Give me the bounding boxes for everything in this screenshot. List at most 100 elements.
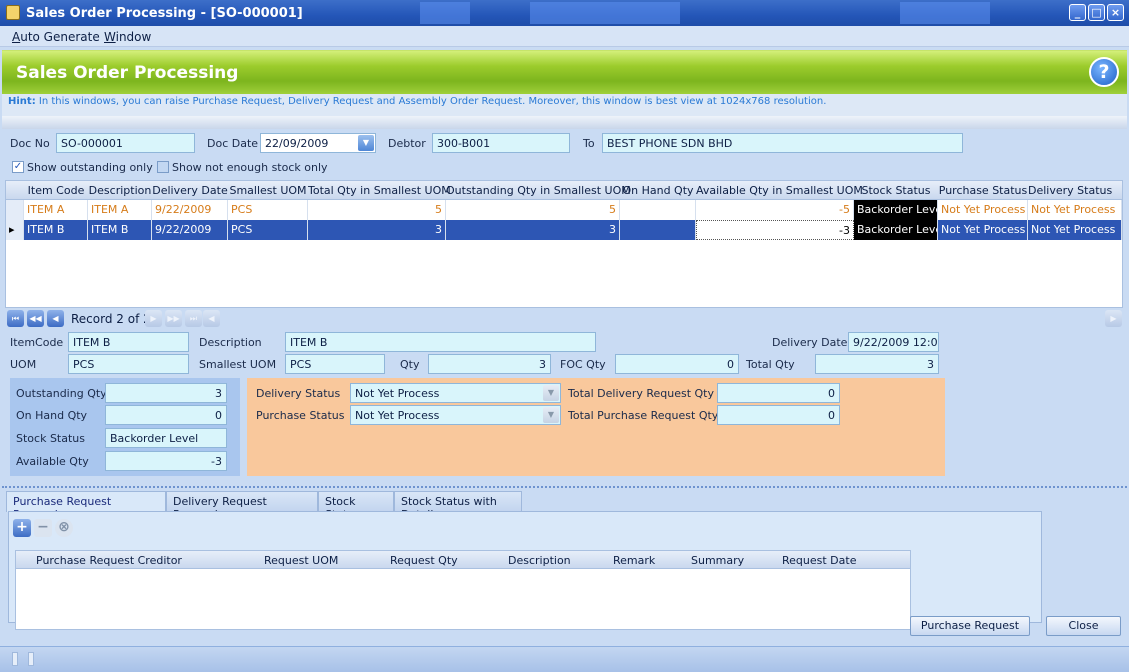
cell-delivery-date[interactable]: 9/22/2009 [152,200,228,220]
col-header[interactable]: Request Qty [390,554,458,567]
help-icon[interactable]: ? [1089,57,1119,87]
chevron-down-icon[interactable]: ▼ [358,135,374,151]
col-header[interactable]: Stock Status [854,184,938,197]
cancel-icon[interactable]: ⊗ [55,519,73,537]
itemcode-field[interactable]: ITEM B [68,332,189,352]
cell-item-code[interactable]: ITEM A [24,200,88,220]
chevron-down-icon[interactable]: ▼ [543,385,559,401]
menu-accel: W [104,30,116,44]
cell-item-code[interactable]: ITEM B [24,220,88,240]
col-header[interactable]: Description [88,184,152,197]
next-page-icon[interactable]: ▶▶ [165,310,182,327]
menu-label: indow [115,30,152,44]
purchase-request-button[interactable]: Purchase Request [910,616,1030,636]
on-hand-field[interactable]: 0 [105,405,227,425]
cell-on-hand[interactable] [620,220,696,240]
cell-delivery-status[interactable]: Not Yet Process [1028,200,1122,220]
cell-purchase-status[interactable]: Not Yet Process [938,200,1028,220]
remove-icon[interactable]: − [34,519,52,537]
doc-no-field[interactable]: SO-000001 [56,133,195,153]
cell-stock-status[interactable]: Backorder Level [854,220,938,240]
tab-stock-status-detail[interactable]: Stock Status with Detail [394,491,522,521]
col-header[interactable]: Purchase Request Creditor [36,554,182,567]
cell-outstanding[interactable]: 5 [446,200,620,220]
col-header[interactable]: Smallest UOM [228,184,308,197]
maximize-icon[interactable]: □ [1088,4,1105,21]
doc-date-field[interactable]: 22/09/2009 ▼ [260,133,376,153]
col-header[interactable]: Available Qty in Smallest UOM [696,184,863,197]
cell-uom[interactable]: PCS [228,220,308,240]
stock-status-field[interactable]: Backorder Level [105,428,227,448]
items-grid[interactable]: Item Code Description Delivery Date Smal… [5,180,1123,308]
delivery-status-select[interactable]: Not Yet Process ▼ [350,383,561,403]
menu-window[interactable]: Window [104,30,151,44]
row-indicator [6,200,24,220]
delivery-date-field[interactable]: 9/22/2009 12:00 [848,332,939,352]
uom-field[interactable]: PCS [68,354,189,374]
add-icon[interactable]: + [13,519,31,537]
cell-purchase-status[interactable]: Not Yet Process [938,220,1028,240]
col-header[interactable]: Purchase Status [938,184,1028,197]
next-record-icon[interactable]: ▶ [145,310,162,327]
scroll-right-icon[interactable]: ▶ [1105,310,1122,327]
purchase-status-select[interactable]: Not Yet Process ▼ [350,405,561,425]
cell-uom[interactable]: PCS [228,200,308,220]
col-header[interactable]: Request UOM [264,554,338,567]
available-field[interactable]: -3 [105,451,227,471]
tab-purchase-request[interactable]: Purchase Request Processing [6,491,166,521]
col-header[interactable]: Total Qty in Smallest UOM [308,184,451,197]
last-record-icon[interactable]: ⏭ [185,310,202,327]
col-header[interactable]: On Hand Qty [620,184,696,197]
close-button[interactable]: Close [1046,616,1121,636]
scroll-left-icon[interactable]: ◀ [203,310,220,327]
row-pointer-icon: ▸ [6,220,24,240]
to-field[interactable]: BEST PHONE SDN BHD [602,133,963,153]
tab-delivery-request[interactable]: Delivery Request Processing [166,491,318,521]
delivery-status-value: Not Yet Process [355,387,440,400]
tab-stock-status[interactable]: Stock Status [318,491,394,521]
cell-available[interactable]: -3 [696,220,854,240]
total-qty-field[interactable]: 3 [815,354,939,374]
table-row[interactable]: ▸ ITEM B ITEM B 9/22/2009 PCS 3 3 -3 Bac… [6,220,1122,240]
col-header[interactable]: Delivery Status [1028,184,1112,197]
prev-page-icon[interactable]: ◀◀ [27,310,44,327]
chevron-down-icon[interactable]: ▼ [543,407,559,423]
status-segment [12,652,18,666]
qty-field[interactable]: 3 [428,354,551,374]
cell-total-qty[interactable]: 5 [308,200,446,220]
show-outstanding-checkbox[interactable]: ✓ [12,161,24,173]
col-header[interactable]: Item Code [24,184,88,197]
cell-description[interactable]: ITEM B [88,220,152,240]
hint-prefix: Hint: [8,96,36,107]
prev-record-icon[interactable]: ◀ [47,310,64,327]
minimize-icon[interactable]: _ [1069,4,1086,21]
show-not-enough-checkbox[interactable] [157,161,169,173]
cell-delivery-status[interactable]: Not Yet Process [1028,220,1122,240]
col-header[interactable]: Request Date [782,554,856,567]
foc-qty-field[interactable]: 0 [615,354,739,374]
cell-delivery-date[interactable]: 9/22/2009 [152,220,228,240]
cell-outstanding[interactable]: 3 [446,220,620,240]
table-row[interactable]: ITEM A ITEM A 9/22/2009 PCS 5 5 -5 Backo… [6,200,1122,220]
description-field[interactable]: ITEM B [285,332,596,352]
debtor-field[interactable]: 300-B001 [432,133,570,153]
cell-on-hand[interactable] [620,200,696,220]
cell-stock-status[interactable]: Backorder Level [854,200,938,220]
cell-available[interactable]: -5 [696,200,854,220]
smallest-uom-field[interactable]: PCS [285,354,385,374]
col-header[interactable]: Summary [691,554,744,567]
col-header[interactable]: Delivery Date [152,184,228,197]
outstanding-field[interactable]: 3 [105,383,227,403]
total-delivery-field[interactable]: 0 [717,383,840,403]
col-header[interactable]: Description [508,554,571,567]
col-header[interactable]: Outstanding Qty in Smallest UOM [446,184,631,197]
cell-description[interactable]: ITEM A [88,200,152,220]
menu-auto-generate[interactable]: Auto Generate [12,30,100,44]
col-header[interactable]: Remark [613,554,655,567]
close-window-icon[interactable]: × [1107,4,1124,21]
cell-total-qty[interactable]: 3 [308,220,446,240]
record-navigator: ⏮ ◀◀ ◀ Record 2 of 2 ▶ ▶▶ ⏭ ◀ ▶ [5,308,1123,330]
purchase-request-grid[interactable]: Purchase Request Creditor Request UOM Re… [15,550,911,630]
first-record-icon[interactable]: ⏮ [7,310,24,327]
total-purchase-field[interactable]: 0 [717,405,840,425]
